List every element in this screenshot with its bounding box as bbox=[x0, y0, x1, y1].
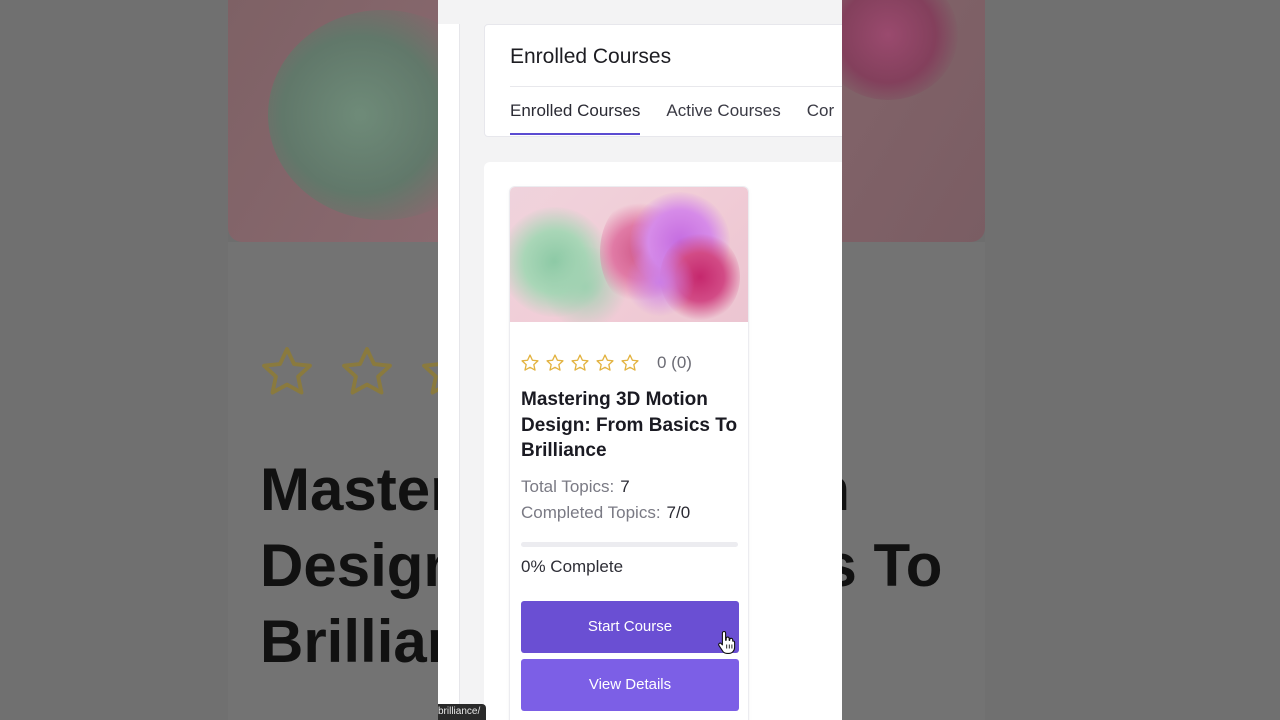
star-outline-icon bbox=[546, 354, 564, 371]
page-title: Enrolled Courses bbox=[510, 45, 672, 68]
background-left-column bbox=[0, 0, 228, 720]
view-details-button[interactable]: View Details bbox=[521, 659, 739, 711]
dashboard-panel: Enrolled Courses Enrolled Courses Active… bbox=[438, 0, 842, 720]
completed-topics-value: 7/0 bbox=[666, 503, 691, 522]
status-bar-url: brilliance/ bbox=[438, 704, 487, 720]
star-outline-icon bbox=[342, 347, 392, 395]
star-outline-icon bbox=[596, 354, 614, 371]
start-course-button[interactable]: Start Course bbox=[521, 601, 739, 653]
star-outline-icon bbox=[621, 354, 639, 371]
star-outline-icon bbox=[571, 354, 589, 371]
total-topics-label: Total Topics: bbox=[521, 477, 615, 496]
progress-bar bbox=[521, 542, 738, 547]
total-topics: Total Topics: 7 bbox=[521, 477, 630, 497]
star-outline-icon bbox=[262, 347, 312, 395]
completed-topics-label: Completed Topics: bbox=[521, 503, 661, 522]
courses-list: 0 (0) Mastering 3D Motion Design: From B… bbox=[484, 162, 842, 720]
tab-active-courses[interactable]: Active Courses bbox=[666, 87, 780, 135]
course-card: 0 (0) Mastering 3D Motion Design: From B… bbox=[509, 186, 749, 720]
tab-enrolled-courses[interactable]: Enrolled Courses bbox=[510, 87, 641, 135]
course-rating: 0 (0) bbox=[520, 353, 692, 373]
hand-pointer-icon bbox=[718, 630, 736, 654]
enrolled-courses-header: Enrolled Courses Enrolled Courses Active… bbox=[484, 24, 842, 137]
background-right-column bbox=[985, 0, 1280, 720]
progress-label: 0% Complete bbox=[521, 557, 624, 576]
course-thumbnail[interactable] bbox=[510, 187, 748, 322]
course-tabs: Enrolled Courses Active Courses Cor bbox=[510, 87, 842, 135]
total-topics-value: 7 bbox=[620, 477, 630, 496]
course-title[interactable]: Mastering 3D Motion Design: From Basics … bbox=[521, 387, 743, 464]
rating-count: 0 (0) bbox=[657, 353, 692, 372]
completed-topics: Completed Topics: 7/0 bbox=[521, 503, 690, 523]
tab-completed-courses[interactable]: Cor bbox=[807, 87, 834, 135]
sidebar-strip bbox=[438, 24, 460, 720]
star-outline-icon bbox=[521, 354, 539, 371]
